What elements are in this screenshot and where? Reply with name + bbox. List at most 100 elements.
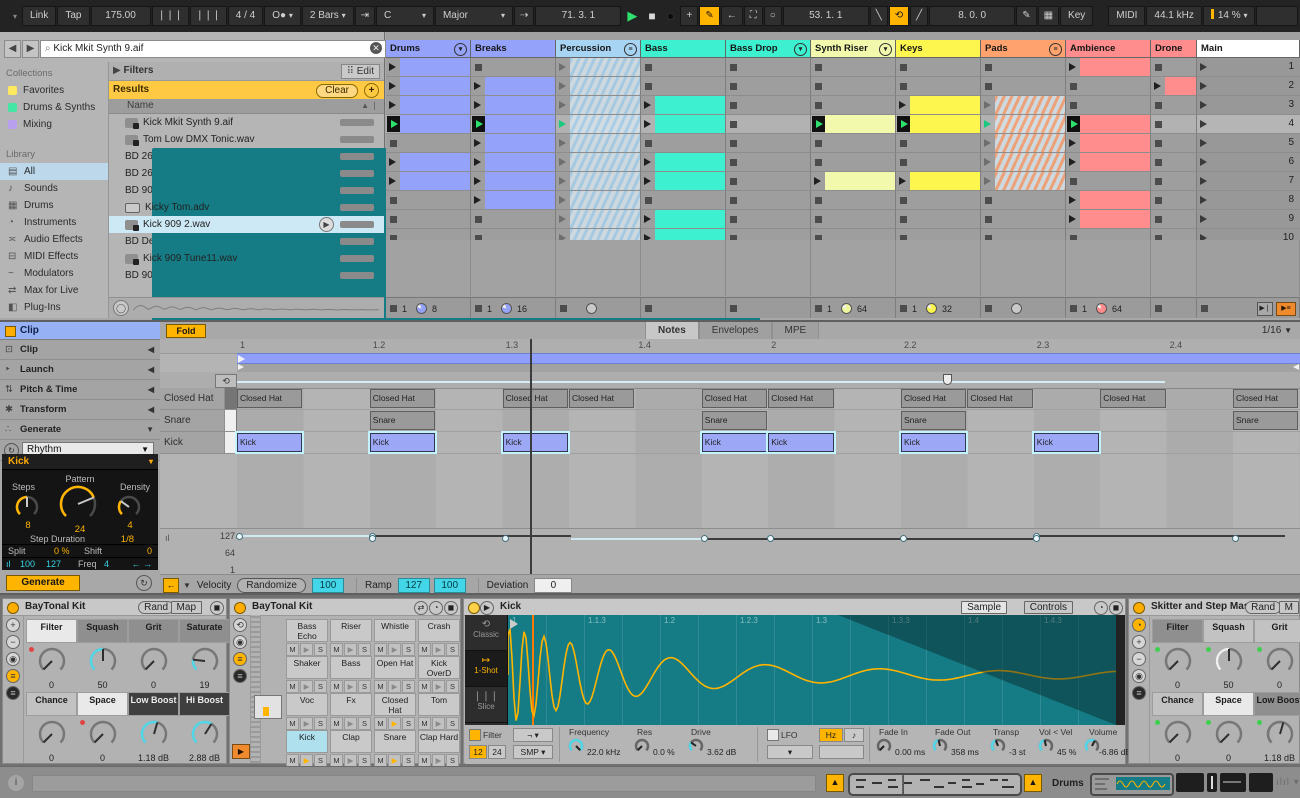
- clip-slot[interactable]: [811, 96, 896, 115]
- clip-slot[interactable]: [726, 77, 811, 96]
- clip-play-icon[interactable]: [1154, 81, 1161, 90]
- fade-in-value[interactable]: 0.00 ms: [895, 747, 925, 757]
- section-expanded-icon[interactable]: ▼: [146, 420, 154, 439]
- save-preset-icon[interactable]: ◼: [210, 601, 224, 615]
- computer-midi-keyboard-icon[interactable]: ▦: [1037, 6, 1060, 26]
- vol-vel-knob[interactable]: [1037, 737, 1055, 757]
- drum-pad-bass[interactable]: Bass M ▶ S: [330, 656, 372, 693]
- clip[interactable]: [400, 58, 470, 76]
- stop-all-icon[interactable]: [1201, 305, 1208, 312]
- clip[interactable]: [655, 153, 725, 171]
- macro-knob-filter[interactable]: Filter 0: [26, 619, 77, 692]
- fade-out-value[interactable]: 358 ms: [951, 747, 979, 757]
- file-row[interactable]: Kick Mkit Synth 9.aif: [109, 114, 384, 131]
- track-header[interactable]: Ambience: [1066, 40, 1151, 58]
- clip-play-icon[interactable]: [559, 195, 566, 204]
- clip-play-icon[interactable]: [1069, 62, 1076, 71]
- clip-section-pitch-time[interactable]: ⇅ Pitch & Time ◀: [0, 380, 160, 400]
- midi-note[interactable]: Closed Hat: [237, 389, 303, 408]
- sidebar-item-drums[interactable]: ▦ Drums: [0, 197, 108, 214]
- clip-slot[interactable]: [386, 134, 471, 153]
- clip-slot[interactable]: [896, 134, 981, 153]
- tab-mpe[interactable]: MPE: [771, 322, 820, 339]
- track-menu-icon[interactable]: ≡: [1049, 43, 1062, 56]
- track-stop-icon[interactable]: [390, 305, 397, 312]
- hz-button[interactable]: Hz: [819, 728, 843, 742]
- clip-play-icon[interactable]: [644, 157, 651, 166]
- clip-playing-button[interactable]: [387, 116, 400, 132]
- clip-play-icon[interactable]: [389, 100, 396, 109]
- freq-value[interactable]: 4: [104, 558, 109, 571]
- sidebar-item-sounds[interactable]: ♪ Sounds: [0, 180, 108, 197]
- name-column-header[interactable]: Name ▲ ❘: [109, 99, 384, 114]
- scene-row[interactable]: 5: [1197, 134, 1300, 153]
- clip-slot[interactable]: [726, 172, 811, 191]
- clip-play-icon[interactable]: [474, 100, 481, 109]
- clip-slot[interactable]: [981, 96, 1066, 115]
- scene-row[interactable]: 4: [1197, 115, 1300, 134]
- clip-slot[interactable]: [641, 191, 726, 210]
- clip[interactable]: [995, 96, 1065, 114]
- midi-map-button[interactable]: MIDI: [1108, 6, 1146, 26]
- clip-play-icon[interactable]: [559, 157, 566, 166]
- macro-knob-hi-boost[interactable]: Hi Boost 2.88 dB: [179, 692, 230, 765]
- lane-key[interactable]: [225, 388, 237, 410]
- remove-variation-icon[interactable]: −: [6, 635, 20, 649]
- clip-playing-button[interactable]: [1067, 116, 1080, 132]
- track-header[interactable]: Pads ≡: [981, 40, 1066, 58]
- track-header[interactable]: Main: [1197, 40, 1300, 58]
- volume-value[interactable]: -6.86 dB: [1099, 747, 1131, 757]
- hot-swap-icon[interactable]: ⇄: [414, 601, 428, 615]
- regenerate-button[interactable]: ↻: [136, 575, 152, 591]
- velocity-marker[interactable]: [900, 535, 907, 543]
- track-status-cell[interactable]: [1151, 297, 1197, 318]
- clip-play-icon[interactable]: [644, 100, 651, 109]
- clip-slot[interactable]: [471, 172, 556, 191]
- draw-mode-icon[interactable]: ✎: [1016, 6, 1037, 26]
- clear-filters-button[interactable]: Clear: [316, 83, 358, 98]
- pad-solo-button[interactable]: S: [446, 717, 459, 730]
- output-meter-icon[interactable]: ılıl ▾: [1276, 777, 1300, 788]
- clip-slot[interactable]: [896, 210, 981, 229]
- midi-note[interactable]: Closed Hat: [502, 389, 568, 408]
- clip-slot[interactable]: [1066, 172, 1151, 191]
- pattern-knob[interactable]: [58, 484, 98, 527]
- midi-note-kick[interactable]: Kick: [237, 433, 303, 452]
- clip-play-icon[interactable]: [814, 176, 821, 185]
- res-value[interactable]: 0.0 %: [653, 747, 675, 757]
- pad-play-button[interactable]: ▶: [432, 680, 445, 693]
- midi-note[interactable]: Snare: [901, 411, 967, 430]
- clip-play-icon[interactable]: [1069, 214, 1076, 223]
- clip-slot[interactable]: [386, 96, 471, 115]
- midi-note[interactable]: Snare: [369, 411, 436, 430]
- clip-slot[interactable]: [1151, 96, 1197, 115]
- preview-play-icon[interactable]: ▶: [480, 601, 494, 615]
- scale-name-menu[interactable]: Major ▾: [434, 6, 513, 26]
- pad-mute-button[interactable]: M: [286, 680, 299, 693]
- drum-pad-kick[interactable]: Kick M ▶ S: [286, 730, 328, 767]
- quantization-menu[interactable]: 2 Bars ▾: [301, 6, 354, 26]
- pad-name[interactable]: Tom: [418, 693, 460, 716]
- track-stop-icon[interactable]: [1070, 305, 1077, 312]
- track-fold-icon[interactable]: ▾: [454, 43, 467, 56]
- pad-play-button[interactable]: ▶: [300, 680, 313, 693]
- macro-knob-squash[interactable]: Squash 50: [1203, 619, 1254, 692]
- pad-name[interactable]: Snare: [374, 730, 416, 753]
- clip-play-icon[interactable]: [389, 81, 396, 90]
- clip[interactable]: [570, 77, 640, 95]
- sidebar-item-midi-effects[interactable]: ⊟ MIDI Effects: [0, 248, 108, 265]
- map-button[interactable]: M: [1278, 601, 1299, 614]
- velocity-marker[interactable]: [236, 532, 243, 540]
- file-row[interactable]: BD 909 Tube Long F 06.wav: [109, 182, 760, 292]
- lane-body[interactable]: Kick Kick Kick Kick Kick Kick Kick: [237, 432, 1300, 454]
- clip-slot[interactable]: [556, 115, 641, 134]
- midi-note[interactable]: Closed Hat: [768, 389, 834, 408]
- randomize-button[interactable]: Randomize: [237, 578, 306, 593]
- collection-item-favorites[interactable]: Favorites: [0, 82, 108, 99]
- velocity-marker[interactable]: [501, 535, 509, 543]
- pad-mute-button[interactable]: M: [330, 680, 343, 693]
- scene-row[interactable]: 1: [1197, 58, 1300, 77]
- velocity-high[interactable]: 127: [46, 558, 61, 571]
- macro-knob-low-boost[interactable]: Low Boost 1.18 dB: [1254, 692, 1300, 765]
- track-header[interactable]: Percussion ≡: [556, 40, 641, 58]
